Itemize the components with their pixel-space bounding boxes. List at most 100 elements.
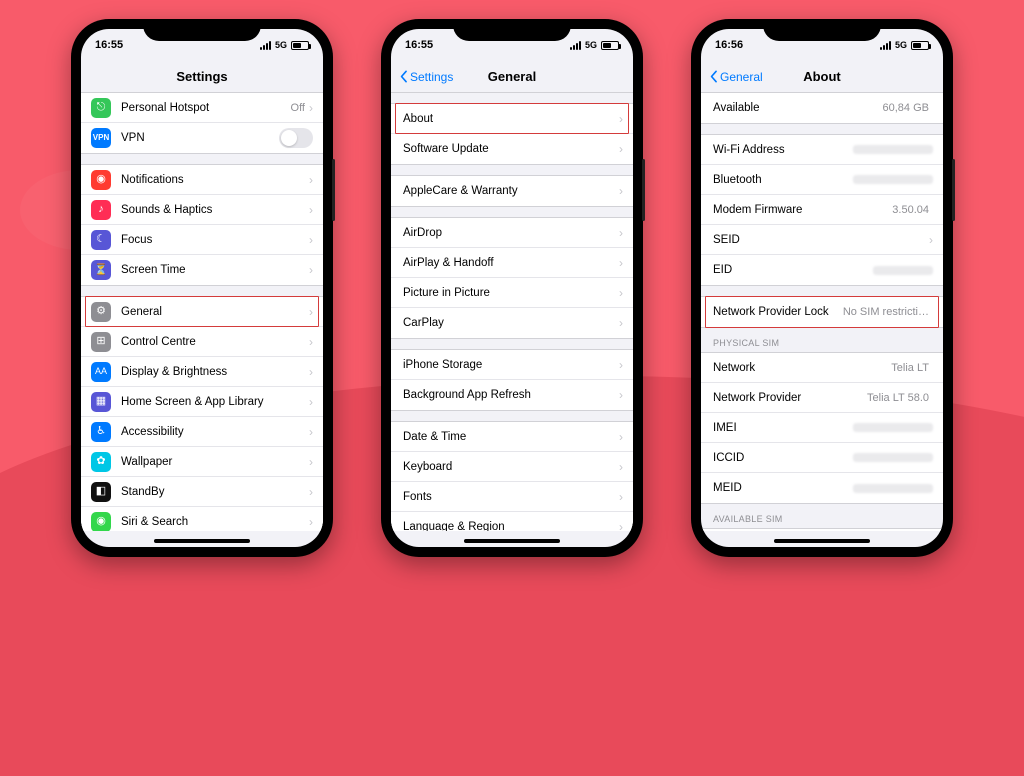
focus-icon: ☾ <box>91 230 111 250</box>
network-label: 5G <box>895 40 907 50</box>
homescreen-icon: ▦ <box>91 392 111 412</box>
battery-icon <box>291 41 309 50</box>
vpn-icon: VPN <box>91 128 111 148</box>
row-airdrop[interactable]: AirDrop › <box>391 218 633 248</box>
row-available[interactable]: Available 60,84 GB <box>701 93 943 123</box>
row-modem[interactable]: Modem Firmware 3.50.04 <box>701 195 943 225</box>
redacted-value <box>853 145 933 154</box>
row-pip[interactable]: Picture in Picture › <box>391 278 633 308</box>
screentime-icon: ⏳ <box>91 260 111 280</box>
chevron-right-icon: › <box>309 263 313 277</box>
chevron-right-icon: › <box>619 520 623 531</box>
signal-icon <box>570 41 581 50</box>
back-button[interactable]: General <box>707 61 763 92</box>
row-meid[interactable]: MEID <box>701 473 943 503</box>
gear-icon: ⚙ <box>91 302 111 322</box>
status-time: 16:55 <box>95 39 123 51</box>
row-homescreen[interactable]: ▦ Home Screen & App Library › <box>81 387 323 417</box>
row-sounds[interactable]: ♪ Sounds & Haptics › <box>81 195 323 225</box>
row-network-provider-lock[interactable]: Network Provider Lock No SIM restricti… <box>701 297 943 327</box>
chevron-right-icon: › <box>619 460 623 474</box>
row-eid[interactable]: EID <box>701 255 943 285</box>
chevron-right-icon: › <box>619 184 623 198</box>
row-imei2[interactable]: IMEI2 <box>701 529 943 531</box>
chevron-right-icon: › <box>309 395 313 409</box>
chevron-right-icon: › <box>309 101 313 115</box>
redacted-value <box>853 175 933 184</box>
chevron-right-icon: › <box>309 515 313 529</box>
network-label: 5G <box>275 40 287 50</box>
row-carplay[interactable]: CarPlay › <box>391 308 633 338</box>
hotspot-icon: ⎋ <box>91 98 111 118</box>
row-wallpaper[interactable]: ✿ Wallpaper › <box>81 447 323 477</box>
chevron-right-icon: › <box>309 365 313 379</box>
home-indicator[interactable] <box>464 539 560 543</box>
row-network-provider[interactable]: Network Provider Telia LT 58.0 <box>701 383 943 413</box>
redacted-value <box>853 484 933 493</box>
signal-icon <box>880 41 891 50</box>
row-bluetooth[interactable]: Bluetooth <box>701 165 943 195</box>
control-centre-icon: ⊞ <box>91 332 111 352</box>
phone-settings: 16:55 5G Settings ⎋ Personal Hotspot Off… <box>71 19 333 557</box>
row-airplay[interactable]: AirPlay & Handoff › <box>391 248 633 278</box>
chevron-left-icon <box>707 70 720 83</box>
row-seid[interactable]: SEID › <box>701 225 943 255</box>
home-indicator[interactable] <box>774 539 870 543</box>
chevron-right-icon: › <box>619 286 623 300</box>
chevron-right-icon: › <box>309 305 313 319</box>
chevron-right-icon: › <box>309 203 313 217</box>
chevron-right-icon: › <box>619 358 623 372</box>
row-fonts[interactable]: Fonts › <box>391 482 633 512</box>
row-vpn[interactable]: VPN VPN <box>81 123 323 153</box>
row-software-update[interactable]: Software Update › <box>391 134 633 164</box>
status-time: 16:56 <box>715 39 743 51</box>
row-focus[interactable]: ☾ Focus › <box>81 225 323 255</box>
chevron-right-icon: › <box>619 316 623 330</box>
chevron-right-icon: › <box>309 425 313 439</box>
chevron-right-icon: › <box>619 256 623 270</box>
vpn-switch[interactable] <box>279 128 313 148</box>
section-header-available-sim: Available SIM <box>701 504 943 528</box>
row-imei[interactable]: IMEI <box>701 413 943 443</box>
redacted-value <box>873 266 933 275</box>
notifications-icon: ◉ <box>91 170 111 190</box>
home-indicator[interactable] <box>154 539 250 543</box>
row-bg-refresh[interactable]: Background App Refresh › <box>391 380 633 410</box>
section-header-physical-sim: Physical SIM <box>701 328 943 352</box>
row-display[interactable]: AA Display & Brightness › <box>81 357 323 387</box>
row-keyboard[interactable]: Keyboard › <box>391 452 633 482</box>
accessibility-icon: ♿︎ <box>91 422 111 442</box>
row-accessibility[interactable]: ♿︎ Accessibility › <box>81 417 323 447</box>
battery-icon <box>911 41 929 50</box>
chevron-right-icon: › <box>929 233 933 247</box>
row-wifi-address[interactable]: Wi-Fi Address <box>701 135 943 165</box>
row-about[interactable]: About › <box>391 104 633 134</box>
network-label: 5G <box>585 40 597 50</box>
nav-bar: Settings <box>81 61 323 93</box>
redacted-value <box>853 453 933 462</box>
row-control-centre[interactable]: ⊞ Control Centre › <box>81 327 323 357</box>
nav-bar: General About <box>701 61 943 93</box>
back-button[interactable]: Settings <box>397 61 453 92</box>
row-language[interactable]: Language & Region › <box>391 512 633 531</box>
row-personal-hotspot[interactable]: ⎋ Personal Hotspot Off › <box>81 93 323 123</box>
display-icon: AA <box>91 362 111 382</box>
row-network[interactable]: Network Telia LT <box>701 353 943 383</box>
redacted-value <box>853 423 933 432</box>
sounds-icon: ♪ <box>91 200 111 220</box>
row-screentime[interactable]: ⏳ Screen Time › <box>81 255 323 285</box>
row-applecare[interactable]: AppleCare & Warranty › <box>391 176 633 206</box>
chevron-right-icon: › <box>309 173 313 187</box>
row-storage[interactable]: iPhone Storage › <box>391 350 633 380</box>
row-iccid[interactable]: ICCID <box>701 443 943 473</box>
row-datetime[interactable]: Date & Time › <box>391 422 633 452</box>
row-notifications[interactable]: ◉ Notifications › <box>81 165 323 195</box>
chevron-right-icon: › <box>309 335 313 349</box>
row-siri[interactable]: ◉ Siri & Search › <box>81 507 323 531</box>
status-time: 16:55 <box>405 39 433 51</box>
page-title: About <box>803 69 841 84</box>
page-title: General <box>488 69 536 84</box>
row-general[interactable]: ⚙ General › <box>81 297 323 327</box>
chevron-right-icon: › <box>619 388 623 402</box>
row-standby[interactable]: ◧ StandBy › <box>81 477 323 507</box>
